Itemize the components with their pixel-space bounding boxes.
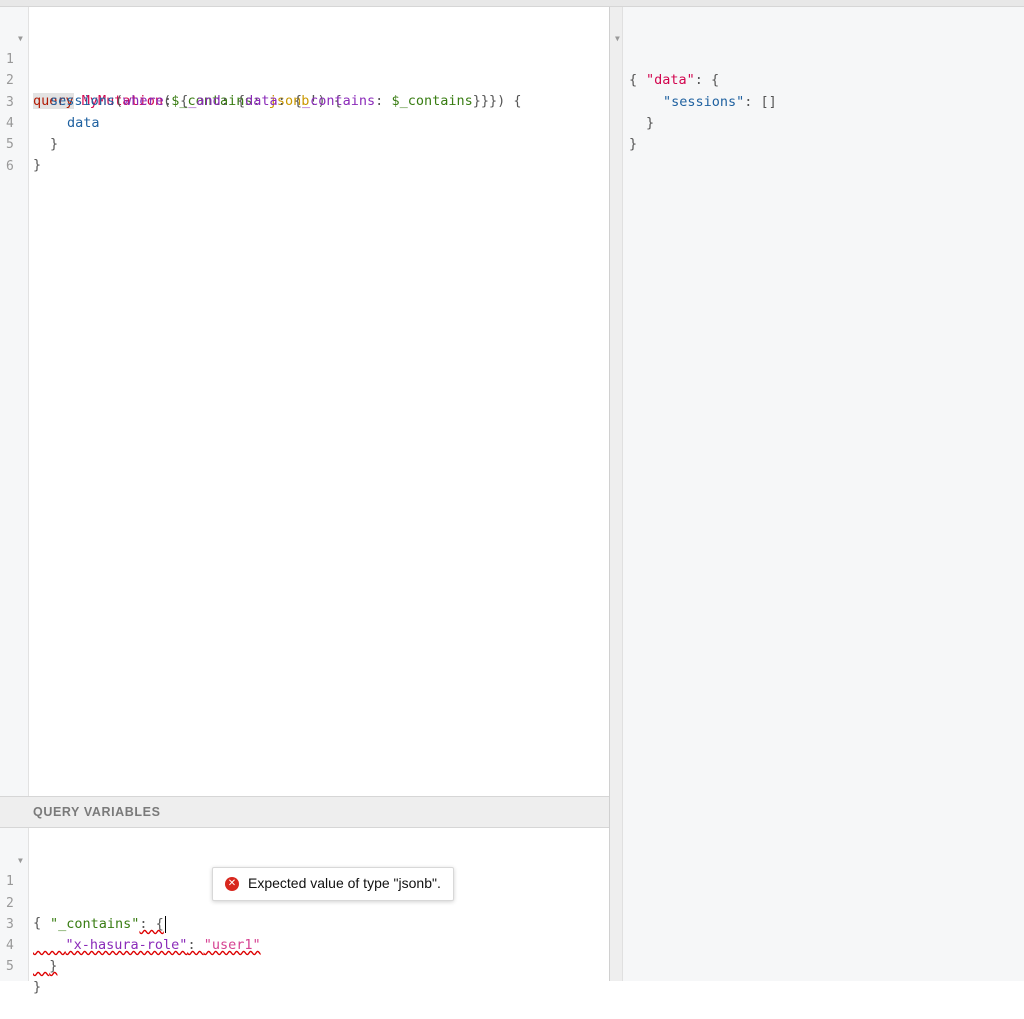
fold-arrow-icon[interactable]: ▼ bbox=[18, 28, 23, 49]
result-line-5: } bbox=[623, 113, 1024, 152]
pane-resize-handle[interactable] bbox=[609, 7, 623, 981]
query-line-4[interactable]: 4 } bbox=[0, 92, 600, 152]
variables-editor[interactable]: 1 ▼ { 2 "_contains": { 3 "x-hasura-role"… bbox=[0, 828, 609, 995]
query-line-1[interactable]: 1 ▼ query MyMutation($_contains: jsonb!)… bbox=[0, 28, 600, 109]
query-variables-header[interactable]: QUERY VARIABLES bbox=[0, 796, 609, 828]
query-line-3[interactable]: 3 data bbox=[0, 71, 600, 131]
closing-brace: } bbox=[33, 979, 42, 995]
result-line-1: ▼ { bbox=[615, 28, 1024, 88]
closing-brace: } bbox=[629, 136, 638, 152]
error-message: Expected value of type "jsonb". bbox=[248, 875, 441, 891]
query-variables-title: QUERY VARIABLES bbox=[33, 805, 161, 819]
fold-arrow-icon[interactable]: ▼ bbox=[18, 850, 23, 871]
vars-line-5[interactable]: 5 } bbox=[0, 935, 600, 995]
error-icon: ✕ bbox=[225, 877, 239, 891]
top-bar bbox=[0, 0, 1024, 7]
fold-arrow-icon[interactable]: ▼ bbox=[615, 28, 620, 49]
result-line-4: } bbox=[623, 92, 1024, 131]
result-line-2: "data": { bbox=[623, 49, 1024, 88]
query-line-6[interactable]: 6 bbox=[0, 135, 600, 174]
query-line-5[interactable]: 5 } bbox=[0, 113, 600, 173]
lint-error-tooltip: ✕ Expected value of type "jsonb". bbox=[212, 867, 454, 901]
vars-line-4[interactable]: 4 } bbox=[0, 914, 600, 974]
result-line-3: "sessions": [] bbox=[623, 71, 1024, 110]
line-number: 5 bbox=[6, 959, 14, 974]
query-editor[interactable]: 1 ▼ query MyMutation($_contains: jsonb!)… bbox=[0, 7, 609, 796]
line-number: 6 bbox=[6, 159, 14, 174]
query-line-2[interactable]: 2 sessions(where: {_and: {data: {_contai… bbox=[0, 49, 600, 109]
result-viewer: ▼ { "data": { "sessions": [] } } bbox=[615, 7, 1024, 981]
closing-brace: } bbox=[33, 157, 42, 173]
closing-brace: } bbox=[49, 958, 58, 974]
